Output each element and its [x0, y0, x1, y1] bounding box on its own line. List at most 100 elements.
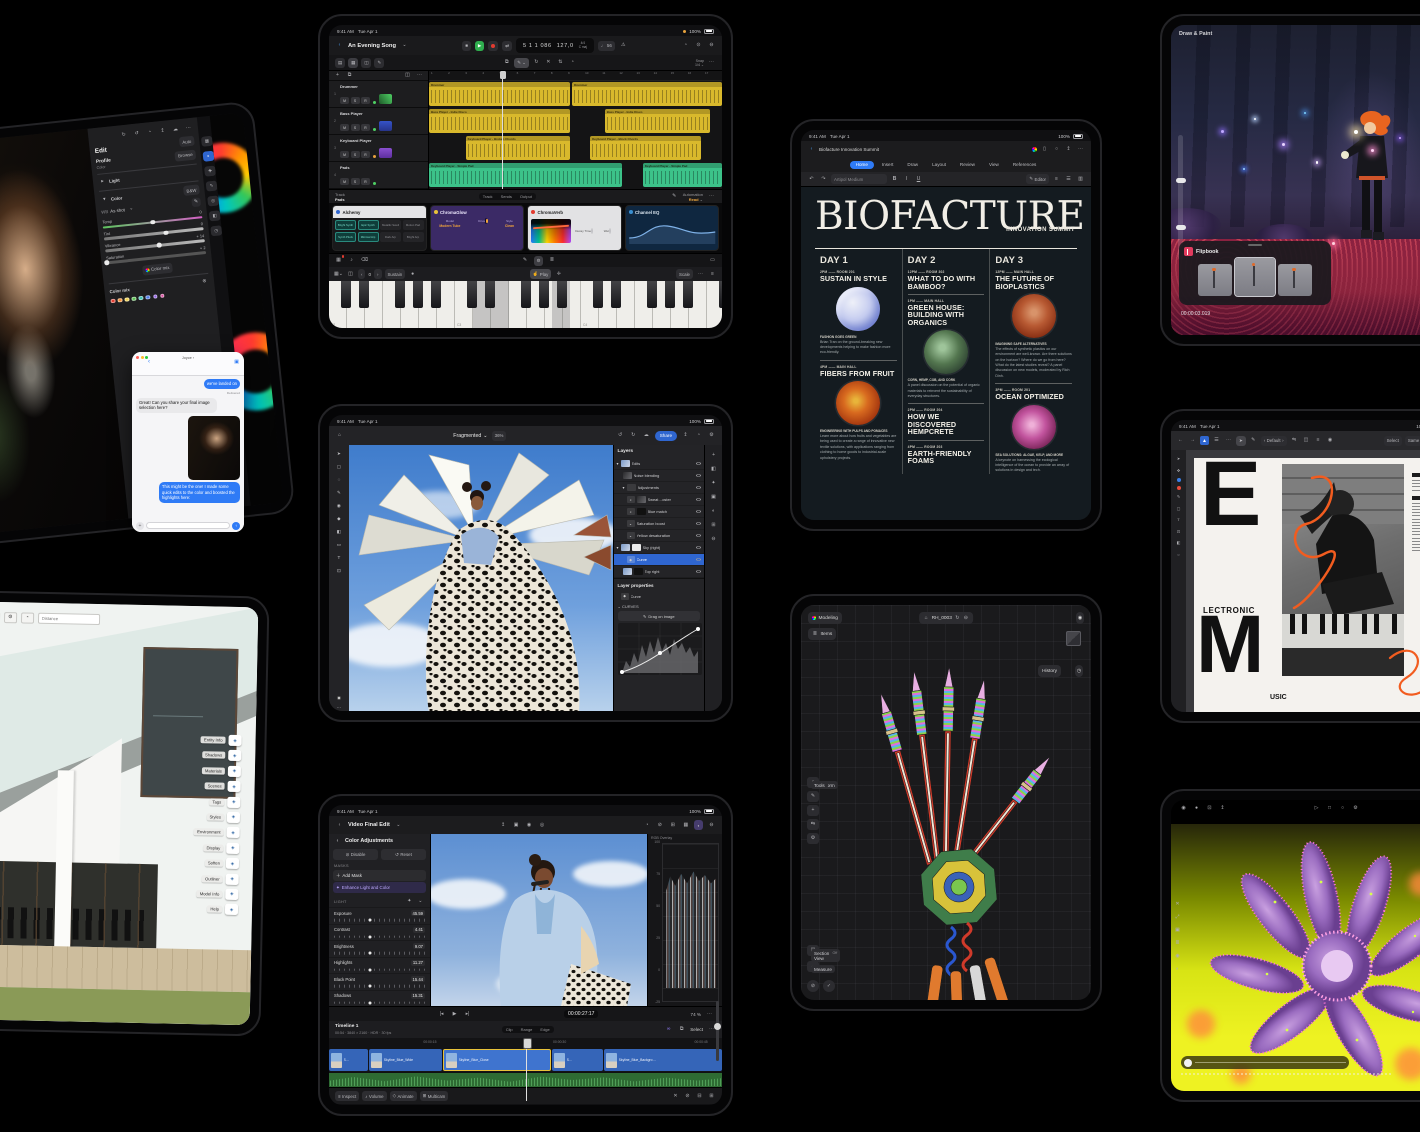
alchemy-preset[interactable]: Dark Arp [380, 232, 401, 242]
brush-color-icon[interactable] [1177, 486, 1181, 490]
tool-item[interactable]: ⇆ Transform [807, 819, 819, 830]
layer-row[interactable]: ◒Saturation boost [614, 518, 705, 530]
nudge-icon[interactable]: ⇅ [556, 58, 565, 67]
document-page[interactable]: BIOFACTURE INNOVATION SUMMIT DAY 1 2PM —… [801, 187, 1091, 520]
alchemy-preset[interactable]: Epic Synth [358, 220, 379, 230]
keyboard-settings-button[interactable]: ⚙ [534, 256, 544, 266]
solo-button[interactable]: S [351, 124, 360, 131]
select-button[interactable]: Select [1384, 436, 1402, 446]
light-section[interactable]: Light [109, 178, 120, 184]
more-icon[interactable]: ⋯ [415, 71, 424, 80]
confirm-icon[interactable]: ✓ [823, 980, 835, 992]
slider-knob[interactable] [104, 260, 109, 265]
visibility-icon[interactable] [696, 522, 701, 525]
crop-tool-icon[interactable]: ⊡ [1175, 528, 1183, 536]
slider-knob[interactable] [163, 230, 168, 235]
slider-value[interactable]: 15.44 [411, 976, 425, 982]
timeline-zoom[interactable]: 74 % [691, 1012, 701, 1017]
ribbon-tab[interactable]: Insert [876, 161, 900, 169]
timeline[interactable]: 1234567891011121314151617 Drummer Drumme… [429, 71, 722, 189]
glove-model[interactable] [801, 635, 1091, 1000]
panel-button-icon[interactable]: ◈ [227, 812, 240, 823]
inspector-segments[interactable]: TrackSendsOutput [479, 193, 536, 200]
italic-icon[interactable]: I [902, 175, 911, 184]
slider-handle[interactable] [1176, 178, 1186, 183]
section-view-button[interactable]: ◫ Section ViewOff [807, 945, 819, 956]
magic-icon[interactable]: ✦ [405, 897, 414, 906]
track-row[interactable]: 4 Pads M S R [329, 162, 428, 189]
layer-row[interactable]: ◑Sweat…oster [614, 494, 705, 506]
photoshop-canvas[interactable] [349, 445, 613, 711]
drag-handle[interactable] [1248, 244, 1262, 246]
slider-track[interactable] [334, 918, 425, 923]
wb-value[interactable]: As shot [110, 207, 125, 214]
move-tool-icon[interactable]: ✥ [1175, 467, 1183, 475]
black-key[interactable] [413, 281, 423, 308]
region[interactable]: Bass Player - Indie Disco [605, 109, 710, 133]
mute-button[interactable]: M [340, 151, 349, 158]
visibility-icon[interactable] [696, 462, 701, 465]
slider-value[interactable]: 9.07 [413, 943, 425, 949]
ribbon-tab[interactable]: View [983, 161, 1005, 169]
stop-icon[interactable]: □ [1325, 804, 1334, 813]
alchemy-preset[interactable]: Bright Arp [403, 232, 424, 242]
cloud-icon[interactable]: ☁ [642, 431, 651, 440]
layer-row[interactable]: Noise blending [614, 470, 705, 482]
back-icon[interactable]: ‹ [335, 41, 344, 50]
flip-icon[interactable]: ⇋ [1290, 436, 1299, 445]
slider-track[interactable] [334, 934, 425, 939]
font-name-field[interactable]: Artipol Medium [831, 174, 887, 184]
panel-button-icon[interactable]: ◈ [227, 827, 240, 838]
panel-item[interactable]: Model Info ◈ [197, 888, 239, 900]
undo-icon[interactable]: ↺ [616, 431, 625, 440]
panel-item[interactable]: Outliner ◈ [202, 873, 239, 885]
visibility-icon[interactable] [696, 534, 701, 537]
controls-icon[interactable]: ≣ [547, 256, 556, 265]
minimize-icon[interactable]: ⊖ [707, 41, 716, 50]
more-tools-icon[interactable]: ⋯ [334, 704, 343, 711]
region[interactable]: Keyboard Player - Simple Pad [429, 163, 622, 187]
zoom-slider-knob[interactable] [714, 1023, 721, 1030]
eyedropper-icon[interactable]: ✎ [191, 197, 201, 207]
document-pill[interactable]: ⌂ RH_0003 ↻ ⊖ [919, 612, 973, 624]
black-key[interactable] [593, 281, 603, 308]
slider-knob[interactable] [369, 985, 372, 988]
black-key[interactable] [395, 281, 405, 308]
scrubber-knob[interactable] [1184, 1059, 1192, 1067]
camera-icon[interactable]: ▣ [1173, 926, 1182, 935]
decay-knob[interactable] [591, 228, 593, 234]
slider-knob[interactable] [369, 1001, 372, 1004]
adjustment-slider[interactable]: Brightness9.07 [329, 940, 430, 957]
panel-item[interactable]: Materials ◈ [202, 765, 241, 777]
redo-icon[interactable]: ↷ [819, 175, 828, 184]
region[interactable]: Bass Player - Indie Disco [429, 109, 570, 133]
alchemy-preset[interactable]: Minimal Arp [358, 232, 379, 242]
overwrite-icon[interactable]: ⧉ [677, 1025, 686, 1034]
adjustment-slider[interactable]: Contrast4.41 [329, 924, 430, 941]
back-icon[interactable]: ← [1176, 436, 1185, 445]
timeline-name[interactable]: Timeline 1 [335, 1024, 358, 1029]
export-icon[interactable]: ↥ [1218, 804, 1227, 813]
select-tool-icon[interactable]: ➤ [1175, 455, 1183, 463]
panel-button-icon[interactable]: ◈ [228, 766, 241, 777]
track-row[interactable]: 3 Keyboard Player M S R [329, 135, 428, 162]
window-controls[interactable] [136, 356, 148, 359]
song-title[interactable]: An Evening Song [348, 43, 396, 49]
panel-button-icon[interactable]: ◈ [225, 904, 238, 915]
split-icon[interactable]: ⊞ [707, 1092, 716, 1101]
panel-button-icon[interactable]: ◈ [228, 750, 241, 761]
color-channel-dot[interactable] [117, 298, 122, 303]
lasso-tool-icon[interactable]: ◌ [334, 476, 343, 485]
slider-knob[interactable] [157, 243, 162, 248]
text-tool-icon[interactable]: T [1175, 516, 1183, 524]
keyboard-icon[interactable]: ▭ [708, 256, 717, 265]
record-enable-button[interactable]: R [361, 97, 370, 104]
drag-on-image-button[interactable]: ✎ Drag on image [618, 611, 701, 621]
foreground-color[interactable] [337, 696, 341, 700]
curves-graph[interactable] [618, 623, 702, 675]
settings-icon[interactable]: ⚙ [4, 612, 17, 623]
snap-icon[interactable]: ◉ [1326, 436, 1335, 445]
panel-item[interactable]: Scenes ◈ [205, 780, 241, 792]
plugin-channel-eq[interactable]: Channel EQ [625, 205, 720, 251]
layer-group-row[interactable]: ▾Adjustments [614, 482, 705, 494]
